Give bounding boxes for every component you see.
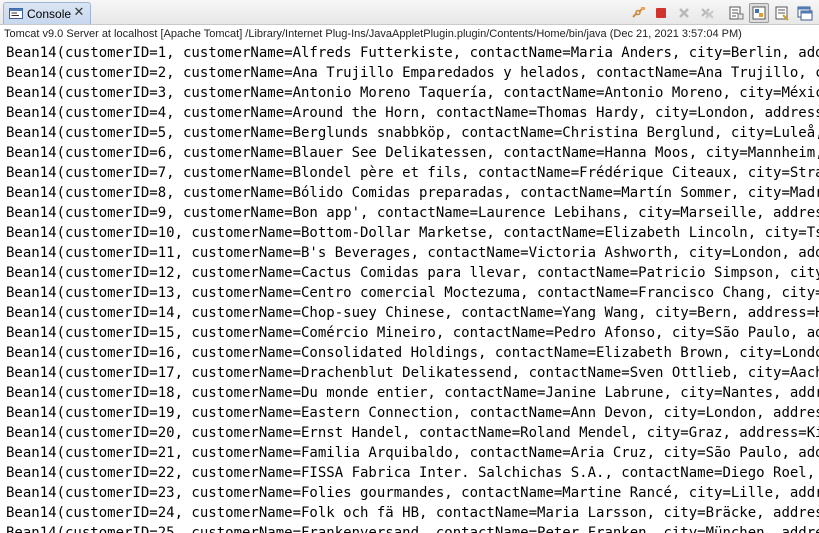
remove-all-icon [701,8,714,19]
pin-console-icon [775,6,789,21]
disconnect-icon [632,7,645,18]
console-line: Bean14(customerID=10, customerName=Botto… [6,225,819,241]
console-toolbar [625,3,815,23]
console-line: Bean14(customerID=17, customerName=Drach… [6,365,819,381]
display-selected-console-button[interactable] [795,3,815,23]
server-info-line: Tomcat v9.0 Server at localhost [Apache … [0,25,819,43]
console-line: Bean14(customerID=4, customerName=Around… [6,105,819,121]
pin-console-button[interactable] [772,3,792,23]
remove-all-button[interactable] [697,3,717,23]
console-line: Bean14(customerID=21, customerName=Famil… [6,445,819,461]
scroll-lock-button[interactable] [749,3,769,23]
console-output[interactable]: Bean14(customerID=1, customerName=Alfred… [0,43,819,533]
console-line: Bean14(customerID=3, customerName=Antoni… [6,85,819,101]
console-line: Bean14(customerID=9, customerName=Bon ap… [6,205,819,221]
close-icon[interactable]: ✕ [72,6,86,20]
console-line: Bean14(customerID=5, customerName=Berglu… [6,125,819,141]
remove-launch-icon [679,8,689,18]
console-line: Bean14(customerID=25, customerName=Frank… [6,525,819,533]
console-line: Bean14(customerID=18, customerName=Du mo… [6,385,819,401]
console-line: Bean14(customerID=19, customerName=Easte… [6,405,819,421]
terminate-button[interactable] [651,3,671,23]
console-line: Bean14(customerID=13, customerName=Centr… [6,285,819,301]
remove-launch-button[interactable] [674,3,694,23]
view-header: Console ✕ [0,0,819,25]
console-line: Bean14(customerID=7, customerName=Blonde… [6,165,819,181]
console-line: Bean14(customerID=12, customerName=Cactu… [6,265,819,281]
console-line: Bean14(customerID=11, customerName=B's B… [6,245,819,261]
console-line: Bean14(customerID=6, customerName=Blauer… [6,145,819,161]
console-line: Bean14(customerID=1, customerName=Alfred… [6,45,819,61]
console-icon [9,8,23,19]
console-line: Bean14(customerID=8, customerName=Bólido… [6,185,819,201]
terminate-icon [656,8,666,18]
console-line: Bean14(customerID=15, customerName=Comér… [6,325,819,341]
clear-console-icon [729,6,744,20]
tab-console-label: Console [27,6,72,21]
tab-console[interactable]: Console ✕ [3,2,91,24]
console-line: Bean14(customerID=22, customerName=FISSA… [6,465,816,481]
console-line: Bean14(customerID=20, customerName=Ernst… [6,425,819,441]
console-line: Bean14(customerID=2, customerName=Ana Tr… [6,65,819,81]
display-console-icon [797,6,813,21]
console-line: Bean14(customerID=14, customerName=Chop-… [6,305,819,321]
clear-console-button[interactable] [726,3,746,23]
console-line: Bean14(customerID=24, customerName=Folk … [6,505,819,521]
console-line: Bean14(customerID=16, customerName=Conso… [6,345,819,361]
scroll-lock-icon [752,6,766,20]
console-line: Bean14(customerID=23, customerName=Folie… [6,485,819,501]
console-view: Console ✕ Tomcat v9.0 Server at localhos… [0,0,819,533]
disconnect-button[interactable] [628,3,648,23]
